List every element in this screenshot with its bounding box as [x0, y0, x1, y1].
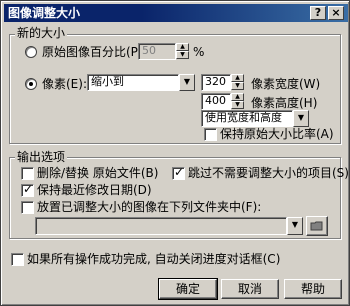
- put-in-folder-checkbox[interactable]: [21, 201, 34, 214]
- keep-date-checkbox[interactable]: [21, 182, 34, 197]
- keep-ratio-checkbox[interactable]: [204, 128, 217, 141]
- height-input[interactable]: 400: [201, 93, 231, 110]
- percent-input[interactable]: 50: [138, 43, 176, 60]
- auto-close-label: 如果所有操作成功完成, 自动关闭进度对话框(C): [27, 252, 281, 266]
- percent-spinner[interactable]: ▲ ▼: [176, 43, 189, 59]
- window-title: 图像调整大小: [8, 6, 81, 20]
- spin-up-icon[interactable]: ▲: [176, 43, 189, 51]
- skip-unneeded-label: 跳过不需要调整大小的项目(S): [188, 166, 349, 180]
- auto-close-checkbox[interactable]: [11, 253, 24, 266]
- width-spinner[interactable]: ▲ ▼: [231, 74, 244, 90]
- folder-path-dropdown-icon[interactable]: ▼: [287, 217, 303, 235]
- pixel-mode-select[interactable]: 缩小到: [87, 74, 179, 91]
- keep-ratio-label: 保持原始大小比率(A): [220, 127, 334, 141]
- spin-down-icon[interactable]: ▼: [231, 101, 244, 109]
- folder-path-input[interactable]: [35, 217, 287, 235]
- new-size-group-label: 新的大小: [15, 26, 68, 40]
- folder-browse-button[interactable]: [306, 216, 328, 236]
- height-label: 像素高度(H): [251, 96, 318, 110]
- folder-browse-icon: [310, 221, 323, 231]
- delete-replace-checkbox[interactable]: [21, 167, 34, 180]
- height-spinner[interactable]: ▲ ▼: [231, 93, 244, 109]
- constraint-dropdown-icon[interactable]: ▼: [293, 110, 309, 127]
- resize-dialog: 图像调整大小 ? × 新的大小 原始图像百分比(P): 50 ▲ ▼ % 像素(…: [0, 0, 350, 306]
- spin-down-icon[interactable]: ▼: [231, 82, 244, 90]
- percent-radio-label: 原始图像百分比(P):: [42, 45, 147, 59]
- width-label: 像素宽度(W): [251, 77, 321, 91]
- title-bar[interactable]: 图像调整大小 ? ×: [4, 4, 348, 22]
- output-options-group-label: 输出选项: [15, 150, 68, 164]
- skip-unneeded-checkbox[interactable]: [172, 165, 185, 180]
- cancel-button[interactable]: 取消: [221, 279, 279, 299]
- put-in-folder-label: 放置已调整大小的图像在下列文件夹中(F):: [37, 200, 262, 214]
- pixel-mode-dropdown-icon[interactable]: ▼: [179, 74, 195, 91]
- spin-up-icon[interactable]: ▲: [231, 74, 244, 82]
- constraint-select[interactable]: 使用宽度和高度: [201, 110, 293, 127]
- percent-radio[interactable]: [25, 46, 37, 58]
- percent-unit: %: [193, 45, 205, 59]
- keep-date-label: 保持最近修改日期(D): [37, 183, 152, 197]
- help-title-button[interactable]: ?: [310, 6, 326, 20]
- pixel-radio[interactable]: [25, 78, 37, 90]
- pixel-radio-label: 像素(E):: [42, 77, 87, 91]
- close-title-button[interactable]: ×: [328, 6, 344, 20]
- help-button[interactable]: 帮助: [284, 279, 342, 299]
- ok-button[interactable]: 确定: [158, 278, 218, 300]
- width-input[interactable]: 320: [201, 74, 231, 91]
- spin-up-icon[interactable]: ▲: [231, 93, 244, 101]
- delete-replace-label: 删除/替换 原始文件(B): [37, 166, 159, 180]
- spin-down-icon[interactable]: ▼: [176, 51, 189, 59]
